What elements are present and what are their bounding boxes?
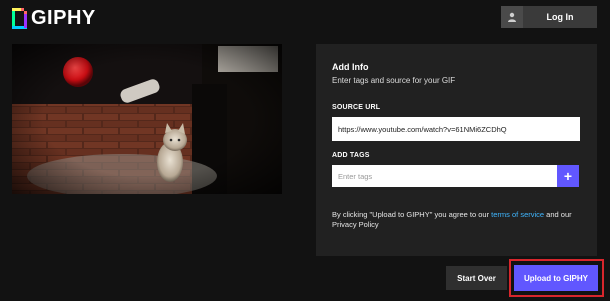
add-tags-label: ADD TAGS xyxy=(332,152,370,159)
tags-input[interactable] xyxy=(332,165,557,187)
kitten-thumbnail xyxy=(12,44,282,194)
logo-text: GIPHY xyxy=(31,6,96,29)
terms-text-before: By clicking "Upload to GIPHY" you agree … xyxy=(332,210,492,219)
video-preview[interactable] xyxy=(12,44,282,194)
plus-icon: + xyxy=(563,168,573,184)
terms-notice: By clicking "Upload to GIPHY" you agree … xyxy=(332,210,582,230)
start-over-button[interactable]: Start Over xyxy=(446,266,507,290)
giphy-logo-icon xyxy=(12,7,27,29)
login-button[interactable]: Log In xyxy=(501,6,597,28)
giphy-logo[interactable]: GIPHY xyxy=(12,7,96,29)
user-icon xyxy=(501,6,523,28)
site-header: GIPHY Log In xyxy=(0,0,610,40)
upload-to-giphy-button[interactable]: Upload to GIPHY xyxy=(514,265,598,291)
terms-of-service-link[interactable]: terms of service xyxy=(491,210,544,219)
panel-title: Add Info xyxy=(332,62,369,72)
panel-subtitle: Enter tags and source for your GIF xyxy=(332,76,456,85)
source-url-input[interactable] xyxy=(332,117,580,141)
source-url-label: SOURCE URL xyxy=(332,104,381,111)
add-tag-button[interactable]: + xyxy=(557,165,579,187)
login-label: Log In xyxy=(546,12,574,22)
add-info-panel: Add Info Enter tags and source for your … xyxy=(316,44,597,256)
